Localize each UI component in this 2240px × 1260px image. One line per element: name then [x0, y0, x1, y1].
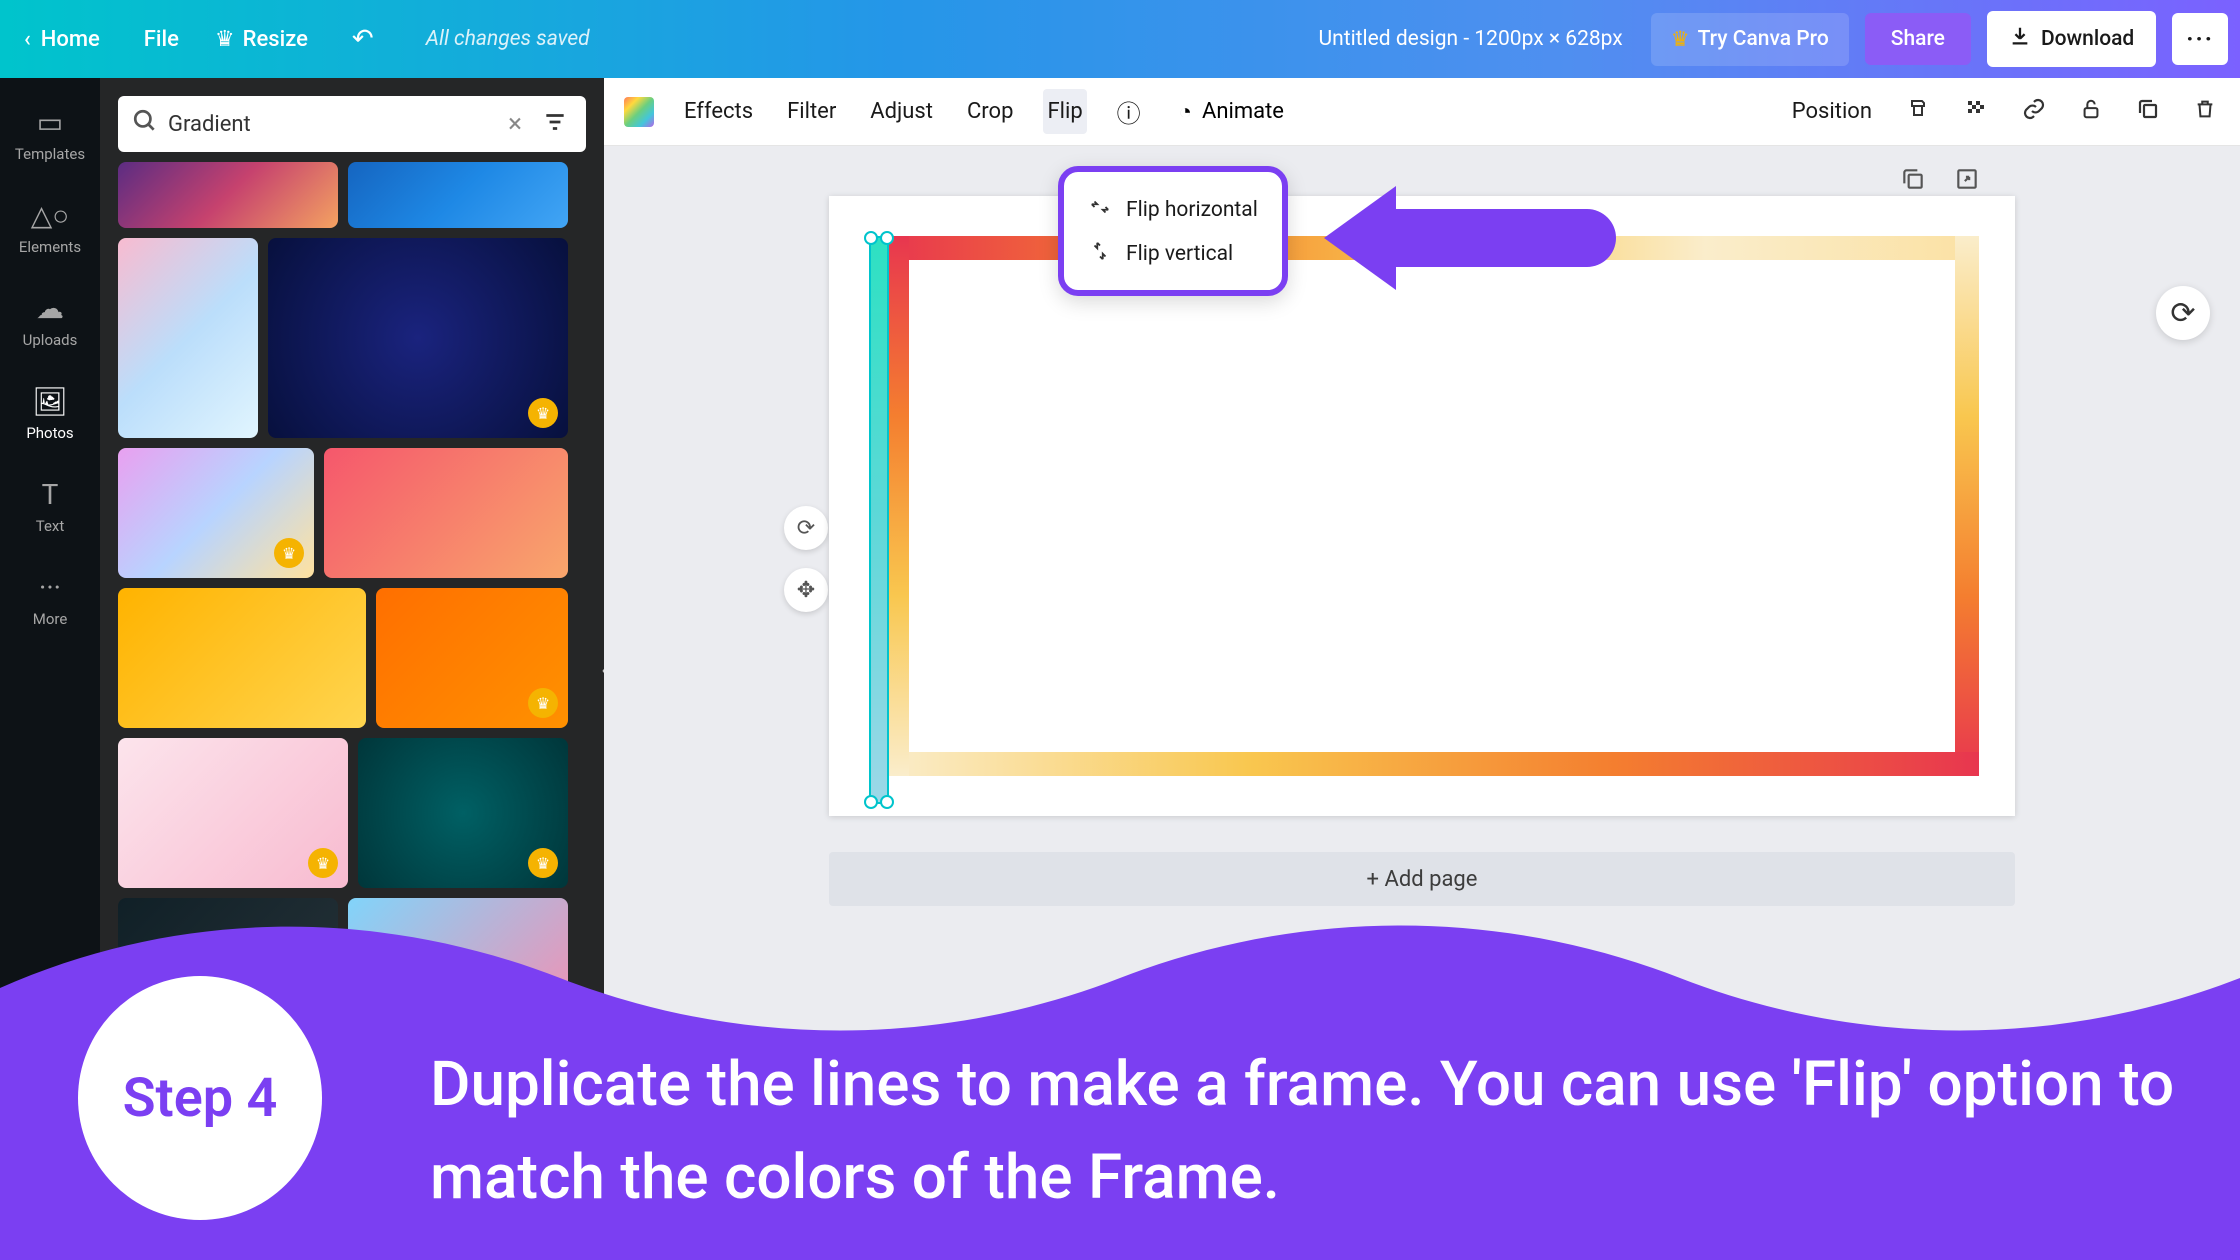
- resize-handle[interactable]: [864, 795, 878, 809]
- uploads-icon: ☁: [36, 292, 64, 325]
- effects-button[interactable]: Effects: [680, 89, 757, 134]
- resize-handle[interactable]: [864, 231, 878, 245]
- search-input-wrap: ×: [118, 96, 586, 152]
- gallery-thumb[interactable]: [118, 588, 366, 728]
- gallery-thumb[interactable]: ♛: [268, 238, 568, 438]
- rail-text[interactable]: T Text: [0, 462, 100, 555]
- canvas-scroll[interactable]: ⟳ ✥ ⟳ + Add page Fli: [604, 146, 2240, 1260]
- open-page-icon[interactable]: [1954, 166, 1980, 199]
- adjust-button[interactable]: Adjust: [866, 89, 937, 134]
- side-panel: × ♛ ♛ ♛ ♛ ♛ ‹: [100, 78, 604, 1260]
- premium-icon: ♛: [528, 398, 558, 428]
- photo-gallery: ♛ ♛ ♛ ♛ ♛: [118, 162, 586, 1028]
- resize-handle[interactable]: [880, 795, 894, 809]
- save-status: All changes saved: [426, 27, 590, 51]
- gallery-thumb[interactable]: ♛: [118, 738, 348, 888]
- duplicate-page-icon[interactable]: [1900, 166, 1926, 199]
- download-label: Download: [2041, 27, 2134, 51]
- delete-icon[interactable]: [2190, 89, 2220, 135]
- info-icon[interactable]: ⓘ: [1113, 86, 1145, 137]
- crop-button[interactable]: Crop: [963, 89, 1017, 134]
- filter-icon[interactable]: [538, 109, 572, 139]
- share-button[interactable]: Share: [1865, 13, 1971, 65]
- page-actions: [1900, 166, 1980, 199]
- file-menu[interactable]: File: [140, 19, 183, 60]
- flip-horizontal-icon: [1088, 196, 1112, 224]
- gallery-thumb[interactable]: [348, 162, 568, 228]
- home-button[interactable]: ‹ Home: [12, 19, 112, 60]
- search-input[interactable]: [168, 112, 492, 137]
- position-button[interactable]: Position: [1788, 89, 1876, 134]
- search-icon: [132, 108, 158, 140]
- refresh-button[interactable]: ⟳: [2156, 286, 2210, 340]
- animate-button[interactable]: ◔ Animate: [1179, 99, 1284, 125]
- crown-icon: ♛: [1671, 27, 1690, 52]
- flip-vertical-icon: [1088, 240, 1112, 268]
- flip-horizontal-option[interactable]: Flip horizontal: [1084, 188, 1262, 232]
- rail-more[interactable]: ··· More: [0, 555, 100, 648]
- premium-icon: ♛: [308, 848, 338, 878]
- download-icon: [2009, 25, 2031, 53]
- templates-icon: ▭: [37, 106, 63, 139]
- copy-style-icon[interactable]: [1902, 89, 1934, 135]
- gallery-thumb[interactable]: [118, 238, 258, 438]
- photos-icon: 🖼: [32, 385, 68, 418]
- gallery-thumb[interactable]: ♛: [358, 738, 568, 888]
- chevron-left-icon: ‹: [24, 27, 31, 52]
- more-icon: ···: [39, 571, 61, 604]
- undo-button[interactable]: ↶: [340, 16, 386, 62]
- link-icon[interactable]: [2018, 89, 2050, 135]
- resize-label: Resize: [243, 27, 308, 52]
- lock-icon[interactable]: [2076, 89, 2106, 135]
- rail-photos[interactable]: 🖼 Photos: [0, 369, 100, 462]
- gallery-thumb[interactable]: [118, 898, 338, 1028]
- animate-icon: ◔: [1179, 99, 1192, 125]
- clear-search-icon[interactable]: ×: [502, 109, 528, 139]
- floating-actions: ⟳ ✥: [784, 506, 828, 612]
- annotation-arrow: [1324, 186, 1616, 290]
- document-title[interactable]: Untitled design - 1200px × 628px: [1318, 27, 1622, 51]
- try-pro-button[interactable]: ♛ Try Canva Pro: [1651, 13, 1849, 66]
- rail-elements[interactable]: △○ Elements: [0, 183, 100, 276]
- frame-line-bottom[interactable]: [885, 752, 1979, 776]
- resize-button[interactable]: ♛ Resize: [211, 19, 312, 60]
- gallery-thumb[interactable]: ♛: [376, 588, 568, 728]
- rail-templates[interactable]: ▭ Templates: [0, 90, 100, 183]
- gallery-thumb[interactable]: [324, 448, 568, 578]
- top-bar: ‹ Home File ♛ Resize ↶ All changes saved…: [0, 0, 2240, 78]
- gallery-thumb[interactable]: ♛: [118, 448, 314, 578]
- resize-handle[interactable]: [880, 231, 894, 245]
- color-picker-button[interactable]: [624, 97, 654, 127]
- sync-icon[interactable]: ⟳: [784, 506, 828, 550]
- gallery-thumb[interactable]: [348, 898, 568, 1028]
- more-menu-button[interactable]: ···: [2172, 13, 2228, 65]
- duplicate-icon[interactable]: [2132, 89, 2164, 135]
- rail-uploads[interactable]: ☁ Uploads: [0, 276, 100, 369]
- collapse-panel-button[interactable]: ‹: [592, 621, 604, 717]
- home-label: Home: [41, 27, 100, 52]
- transparency-icon[interactable]: [1960, 89, 1992, 135]
- filter-button[interactable]: Filter: [783, 89, 840, 134]
- crown-icon: ♛: [215, 27, 235, 52]
- download-button[interactable]: Download: [1987, 11, 2156, 67]
- selected-element[interactable]: [869, 236, 889, 804]
- move-icon[interactable]: ✥: [784, 568, 828, 612]
- premium-icon: ♛: [528, 688, 558, 718]
- flip-dropdown: Flip horizontal Flip vertical: [1058, 166, 1288, 296]
- tool-rail: ▭ Templates △○ Elements ☁ Uploads 🖼 Phot…: [0, 78, 100, 1260]
- elements-icon: △○: [31, 199, 69, 232]
- premium-icon: ♛: [528, 848, 558, 878]
- flip-vertical-option[interactable]: Flip vertical: [1084, 232, 1262, 276]
- pro-label: Try Canva Pro: [1698, 27, 1829, 51]
- context-toolbar: Effects Filter Adjust Crop Flip ⓘ ◔ Anim…: [604, 78, 2240, 146]
- frame-line-right[interactable]: [1955, 236, 1979, 776]
- text-icon: T: [42, 478, 59, 511]
- canvas-area: Effects Filter Adjust Crop Flip ⓘ ◔ Anim…: [604, 78, 2240, 1260]
- premium-icon: ♛: [274, 538, 304, 568]
- add-page-button[interactable]: + Add page: [829, 852, 2015, 906]
- gallery-thumb[interactable]: [118, 162, 338, 228]
- flip-button[interactable]: Flip: [1043, 89, 1086, 134]
